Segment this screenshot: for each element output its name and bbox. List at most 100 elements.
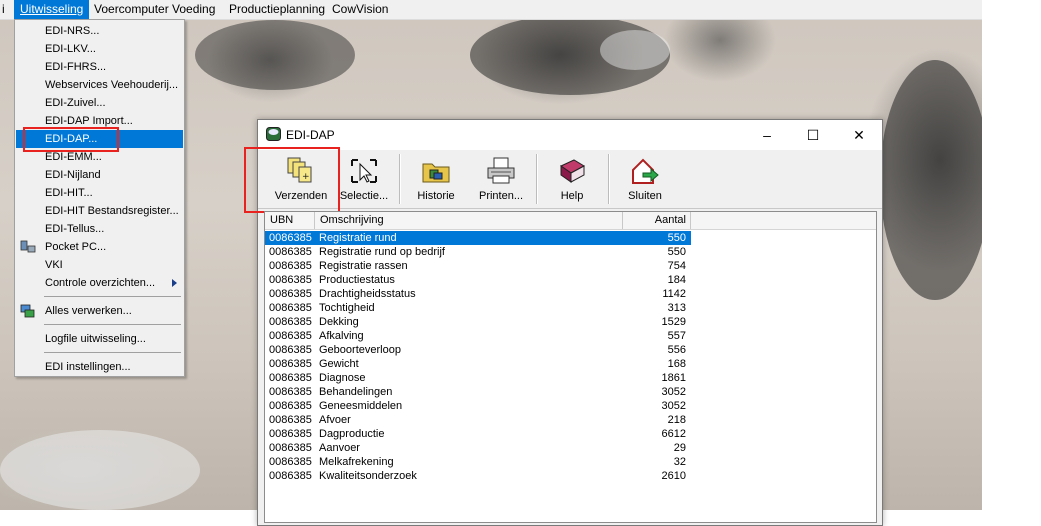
cell-aantal: 3052 — [661, 386, 686, 398]
maximize-icon[interactable]: ☐ — [790, 120, 836, 150]
menu-item-edi-nrs[interactable]: EDI-NRS... — [16, 22, 183, 40]
cell-omschrijving: Registratie rund — [319, 232, 397, 244]
cell-aantal: 1861 — [661, 372, 686, 384]
table-row[interactable]: 0086385 Gewicht 168 — [265, 357, 691, 371]
cell-ubn: 0086385 — [269, 274, 312, 286]
table-row[interactable]: 0086385 Kwaliteitsonderzoek 2610 — [265, 469, 691, 483]
help-button[interactable]: Help — [548, 154, 596, 204]
selection-cursor-icon — [348, 156, 380, 186]
cell-aantal: 1142 — [662, 288, 686, 300]
menu-cowvision[interactable]: CowVision — [326, 0, 394, 19]
close-icon[interactable]: ✕ — [836, 120, 882, 150]
cell-omschrijving: Kwaliteitsonderzoek — [319, 470, 417, 482]
menu-item-controle-overzichten[interactable]: Controle overzichten... — [16, 274, 183, 292]
menu-voercomputer[interactable]: Voercomputer — [88, 0, 175, 19]
sluiten-button[interactable]: Sluiten — [620, 154, 670, 204]
table-row[interactable]: 0086385 Melkafrekening 32 — [265, 455, 691, 469]
cell-ubn: 0086385 — [269, 442, 312, 454]
cell-omschrijving: Behandelingen — [319, 386, 393, 398]
column-header-aantal[interactable]: Aantal — [623, 212, 691, 229]
cell-omschrijving: Dagproductie — [319, 428, 385, 440]
menu-item-edi-hit[interactable]: EDI-HIT... — [16, 184, 183, 202]
annotation-box-edi-dap — [23, 127, 119, 152]
menu-item-edi-fhrs[interactable]: EDI-FHRS... — [16, 58, 183, 76]
column-header-ubn[interactable]: UBN — [265, 212, 315, 229]
cell-ubn: 0086385 — [269, 344, 312, 356]
menu-item-edi-instellingen[interactable]: EDI instellingen... — [16, 358, 183, 376]
menu-item-webservices[interactable]: Webservices Veehouderij... — [16, 76, 183, 94]
help-book-icon — [556, 156, 588, 186]
menu-item-edi-zuivel[interactable]: EDI-Zuivel... — [16, 94, 183, 112]
cell-omschrijving: Productiestatus — [319, 274, 395, 286]
table-row[interactable]: 0086385 Registratie rund op bedrijf 550 — [265, 245, 691, 259]
exit-house-icon — [629, 156, 661, 186]
menu-item-alles-verwerken[interactable]: Alles verwerken... — [16, 302, 183, 320]
cell-ubn: 0086385 — [269, 232, 312, 244]
list-header: UBN Omschrijving Aantal — [265, 212, 876, 230]
cell-ubn: 0086385 — [269, 400, 312, 412]
table-row[interactable]: 0086385 Registratie rassen 754 — [265, 259, 691, 273]
menu-item-vki[interactable]: VKI — [16, 256, 183, 274]
table-row[interactable]: 0086385 Afvoer 218 — [265, 413, 691, 427]
table-row[interactable]: 0086385 Afkalving 557 — [265, 329, 691, 343]
menu-item-edi-hit-bestandsregister[interactable]: EDI-HIT Bestandsregister... — [16, 202, 183, 220]
table-row[interactable]: 0086385 Behandelingen 3052 — [265, 385, 691, 399]
menu-uitwisseling[interactable]: Uitwisseling — [14, 0, 90, 19]
cell-aantal: 184 — [667, 274, 686, 286]
table-row[interactable]: 0086385 Aanvoer 29 — [265, 441, 691, 455]
cell-ubn: 0086385 — [269, 358, 312, 370]
minimize-icon[interactable]: – — [744, 120, 790, 150]
table-row[interactable]: 0086385 Geneesmiddelen 3052 — [265, 399, 691, 413]
menu-separator — [44, 296, 181, 297]
cell-omschrijving: Gewicht — [319, 358, 359, 370]
table-row[interactable]: 0086385 Registratie rund 550 — [265, 231, 691, 245]
menu-item-partial[interactable]: i — [0, 0, 11, 19]
menu-item-pocket-pc[interactable]: Pocket PC... — [16, 238, 183, 256]
cell-aantal: 550 — [667, 232, 686, 244]
table-row[interactable]: 0086385 Dekking 1529 — [265, 315, 691, 329]
menu-productieplanning[interactable]: Productieplanning — [223, 0, 331, 19]
edi-dap-dialog: EDI-DAP – ☐ ✕ + Verzenden Selectie... Hi… — [244, 119, 883, 526]
cell-omschrijving: Diagnose — [319, 372, 366, 384]
column-header-omschrijving[interactable]: Omschrijving — [315, 212, 623, 229]
toolbar-separator — [399, 154, 401, 204]
cell-ubn: 0086385 — [269, 372, 312, 384]
menu-item-edi-tellus[interactable]: EDI-Tellus... — [16, 220, 183, 238]
cell-aantal: 3052 — [661, 400, 686, 412]
cell-omschrijving: Aanvoer — [319, 442, 360, 454]
cell-omschrijving: Tochtigheid — [319, 302, 375, 314]
table-row[interactable]: 0086385 Productiestatus 184 — [265, 273, 691, 287]
menu-separator — [44, 352, 181, 353]
cell-omschrijving: Registratie rassen — [319, 260, 408, 272]
chevron-right-icon — [172, 279, 177, 287]
table-row[interactable]: 0086385 Drachtigheidsstatus 1142 — [265, 287, 691, 301]
menu-item-edi-nijland[interactable]: EDI-Nijland — [16, 166, 183, 184]
menu-voeding[interactable]: Voeding — [166, 0, 221, 19]
table-row[interactable]: 0086385 Tochtigheid 313 — [265, 301, 691, 315]
cell-aantal: 29 — [673, 442, 686, 454]
menu-item-edi-lkv[interactable]: EDI-LKV... — [16, 40, 183, 58]
cell-aantal: 218 — [667, 414, 686, 426]
data-list[interactable]: UBN Omschrijving Aantal 0086385 Registrat… — [264, 211, 877, 523]
table-row[interactable]: 0086385 Diagnose 1861 — [265, 371, 691, 385]
cell-ubn: 0086385 — [269, 316, 312, 328]
dialog-title: EDI-DAP — [286, 128, 335, 142]
toolbar-separator — [536, 154, 538, 204]
cell-omschrijving: Dekking — [319, 316, 359, 328]
table-row[interactable]: 0086385 Geboorteverloop 556 — [265, 343, 691, 357]
cell-aantal: 557 — [667, 330, 686, 342]
pocket-pc-icon — [20, 240, 36, 254]
printen-button[interactable]: Printen... — [472, 154, 530, 204]
dialog-titlebar[interactable]: EDI-DAP – ☐ ✕ — [258, 120, 882, 150]
annotation-box-verzenden — [244, 147, 340, 213]
cell-aantal: 168 — [667, 358, 686, 370]
cell-aantal: 556 — [667, 344, 686, 356]
historie-button[interactable]: Historie — [410, 154, 462, 204]
cell-aantal: 550 — [667, 246, 686, 258]
selectie-button[interactable]: Selectie... — [338, 154, 390, 204]
cell-ubn: 0086385 — [269, 330, 312, 342]
cell-ubn: 0086385 — [269, 260, 312, 272]
menu-item-logfile-uitwisseling[interactable]: Logfile uitwisseling... — [16, 330, 183, 348]
toolbar-separator — [608, 154, 610, 204]
table-row[interactable]: 0086385 Dagproductie 6612 — [265, 427, 691, 441]
